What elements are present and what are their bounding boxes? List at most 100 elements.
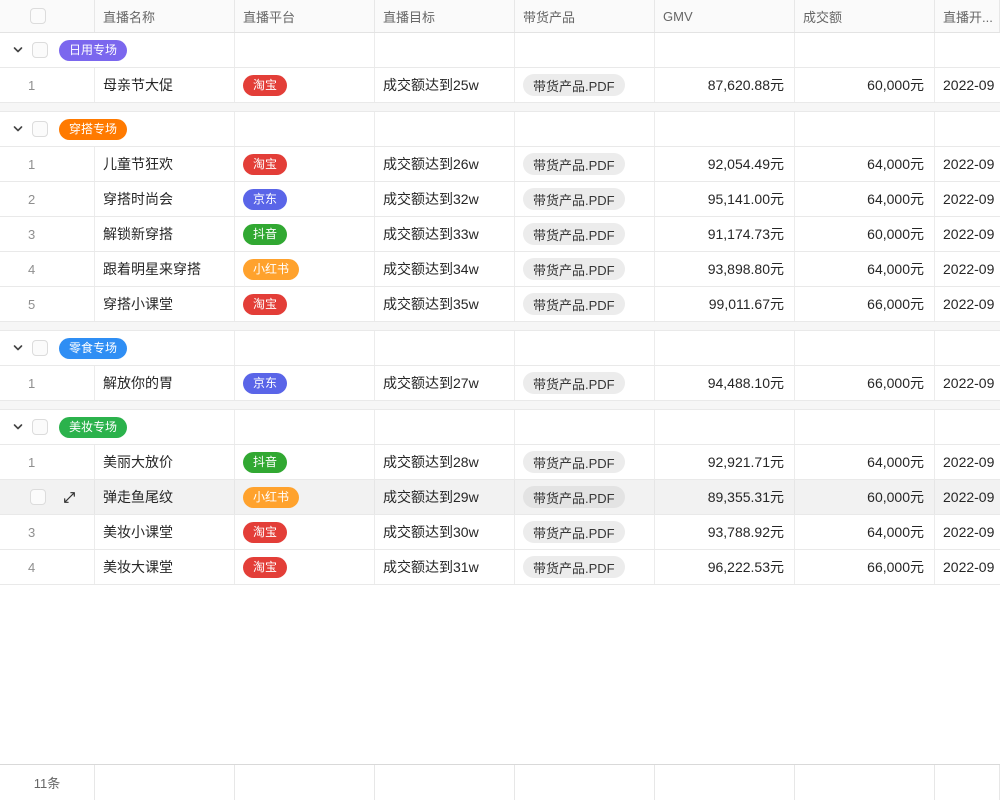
cell-product[interactable]: 带货产品.PDF	[515, 515, 655, 549]
cell-product[interactable]: 带货产品.PDF	[515, 182, 655, 216]
select-all-checkbox[interactable]	[30, 8, 46, 24]
cell-platform[interactable]: 小红书	[235, 252, 375, 286]
cell-start-time[interactable]: 2022-09	[935, 287, 1000, 321]
cell-gmv[interactable]: 99,011.67元	[655, 287, 795, 321]
cell-product[interactable]: 带货产品.PDF	[515, 217, 655, 251]
cell-amount[interactable]: 64,000元	[795, 182, 935, 216]
cell-amount[interactable]: 66,000元	[795, 550, 935, 584]
chevron-down-icon[interactable]	[12, 123, 24, 135]
cell-platform[interactable]: 淘宝	[235, 68, 375, 102]
column-header-platform[interactable]: 直播平台	[235, 0, 375, 32]
row-index-cell[interactable]: 5	[0, 287, 95, 321]
row-index-cell[interactable]: 1	[0, 68, 95, 102]
cell-start-time[interactable]: 2022-09	[935, 217, 1000, 251]
column-header-product[interactable]: 带货产品	[515, 0, 655, 32]
cell-live-name[interactable]: 跟着明星来穿搭	[95, 252, 235, 286]
cell-product[interactable]: 带货产品.PDF	[515, 550, 655, 584]
group-checkbox[interactable]	[32, 42, 48, 58]
cell-product[interactable]: 带货产品.PDF	[515, 68, 655, 102]
cell-start-time[interactable]: 2022-09	[935, 445, 1000, 479]
cell-amount[interactable]: 64,000元	[795, 147, 935, 181]
cell-start-time[interactable]: 2022-09	[935, 515, 1000, 549]
cell-start-time[interactable]: 2022-09	[935, 480, 1000, 514]
cell-amount[interactable]: 64,000元	[795, 445, 935, 479]
column-header-live-name[interactable]: 直播名称	[95, 0, 235, 32]
cell-amount[interactable]: 60,000元	[795, 68, 935, 102]
cell-target[interactable]: 成交额达到34w	[375, 252, 515, 286]
cell-start-time[interactable]: 2022-09	[935, 68, 1000, 102]
cell-live-name[interactable]: 儿童节狂欢	[95, 147, 235, 181]
row-index-cell[interactable]: 1	[0, 366, 95, 400]
row-index-cell[interactable]: 2	[0, 182, 95, 216]
column-header-target[interactable]: 直播目标	[375, 0, 515, 32]
cell-live-name[interactable]: 解锁新穿搭	[95, 217, 235, 251]
cell-amount[interactable]: 64,000元	[795, 252, 935, 286]
cell-target[interactable]: 成交额达到30w	[375, 515, 515, 549]
chevron-down-icon[interactable]	[12, 421, 24, 433]
chevron-down-icon[interactable]	[12, 342, 24, 354]
cell-target[interactable]: 成交额达到35w	[375, 287, 515, 321]
group-checkbox[interactable]	[32, 340, 48, 356]
cell-gmv[interactable]: 93,898.80元	[655, 252, 795, 286]
cell-product[interactable]: 带货产品.PDF	[515, 480, 655, 514]
cell-product[interactable]: 带货产品.PDF	[515, 366, 655, 400]
cell-amount[interactable]: 64,000元	[795, 515, 935, 549]
cell-target[interactable]: 成交额达到26w	[375, 147, 515, 181]
cell-target[interactable]: 成交额达到28w	[375, 445, 515, 479]
cell-amount[interactable]: 66,000元	[795, 366, 935, 400]
cell-gmv[interactable]: 96,222.53元	[655, 550, 795, 584]
column-header-start-time[interactable]: 直播开...	[935, 0, 1000, 32]
cell-amount[interactable]: 60,000元	[795, 217, 935, 251]
cell-gmv[interactable]: 95,141.00元	[655, 182, 795, 216]
cell-gmv[interactable]: 89,355.31元	[655, 480, 795, 514]
cell-platform[interactable]: 小红书	[235, 480, 375, 514]
cell-amount[interactable]: 60,000元	[795, 480, 935, 514]
cell-gmv[interactable]: 92,054.49元	[655, 147, 795, 181]
column-header-gmv[interactable]: GMV	[655, 0, 795, 32]
cell-product[interactable]: 带货产品.PDF	[515, 287, 655, 321]
cell-target[interactable]: 成交额达到33w	[375, 217, 515, 251]
cell-platform[interactable]: 淘宝	[235, 287, 375, 321]
cell-target[interactable]: 成交额达到27w	[375, 366, 515, 400]
cell-start-time[interactable]: 2022-09	[935, 147, 1000, 181]
cell-target[interactable]: 成交额达到31w	[375, 550, 515, 584]
cell-platform[interactable]: 抖音	[235, 217, 375, 251]
cell-platform[interactable]: 淘宝	[235, 515, 375, 549]
group-checkbox[interactable]	[32, 419, 48, 435]
cell-platform[interactable]: 淘宝	[235, 550, 375, 584]
cell-start-time[interactable]: 2022-09	[935, 252, 1000, 286]
cell-live-name[interactable]: 解放你的胃	[95, 366, 235, 400]
cell-live-name[interactable]: 美妆大课堂	[95, 550, 235, 584]
cell-gmv[interactable]: 91,174.73元	[655, 217, 795, 251]
column-header-amount[interactable]: 成交额	[795, 0, 935, 32]
cell-live-name[interactable]: 母亲节大促	[95, 68, 235, 102]
cell-platform[interactable]: 抖音	[235, 445, 375, 479]
row-index-cell[interactable]: 1	[0, 147, 95, 181]
expand-record-button[interactable]	[62, 490, 77, 505]
cell-live-name[interactable]: 穿搭小课堂	[95, 287, 235, 321]
cell-gmv[interactable]: 92,921.71元	[655, 445, 795, 479]
cell-start-time[interactable]: 2022-09	[935, 182, 1000, 216]
cell-product[interactable]: 带货产品.PDF	[515, 147, 655, 181]
cell-target[interactable]: 成交额达到29w	[375, 480, 515, 514]
cell-product[interactable]: 带货产品.PDF	[515, 445, 655, 479]
group-checkbox[interactable]	[32, 121, 48, 137]
cell-live-name[interactable]: 穿搭时尚会	[95, 182, 235, 216]
cell-product[interactable]: 带货产品.PDF	[515, 252, 655, 286]
cell-amount[interactable]: 66,000元	[795, 287, 935, 321]
row-index-cell[interactable]: 1	[0, 445, 95, 479]
cell-platform[interactable]: 京东	[235, 366, 375, 400]
row-checkbox[interactable]	[30, 489, 46, 505]
cell-gmv[interactable]: 87,620.88元	[655, 68, 795, 102]
cell-gmv[interactable]: 94,488.10元	[655, 366, 795, 400]
row-index-cell[interactable]: 4	[0, 550, 95, 584]
cell-platform[interactable]: 京东	[235, 182, 375, 216]
cell-target[interactable]: 成交额达到25w	[375, 68, 515, 102]
row-index-cell[interactable]	[0, 480, 95, 514]
cell-gmv[interactable]: 93,788.92元	[655, 515, 795, 549]
cell-target[interactable]: 成交额达到32w	[375, 182, 515, 216]
cell-start-time[interactable]: 2022-09	[935, 550, 1000, 584]
cell-live-name[interactable]: 弹走鱼尾纹	[95, 480, 235, 514]
chevron-down-icon[interactable]	[12, 44, 24, 56]
row-index-cell[interactable]: 3	[0, 515, 95, 549]
